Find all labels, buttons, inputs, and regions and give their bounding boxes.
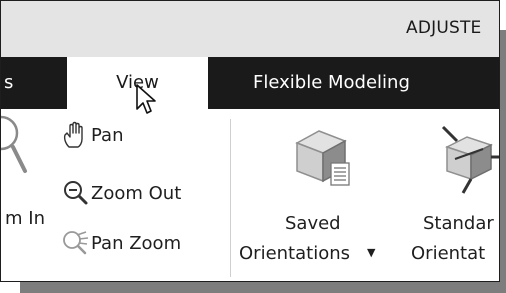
mouse-cursor-icon — [136, 84, 156, 114]
saved-orientations-label-line1: Saved — [285, 213, 341, 234]
standard-orientation-icon — [441, 125, 499, 194]
standard-orientation-label-line1: Standar — [423, 213, 494, 234]
ribbon-tab-bar: s View Flexible Modeling — [1, 57, 499, 109]
ribbon-panel: m In Pan Zoom Out Pan Zoom Saved Orienta… — [1, 109, 499, 281]
pan-zoom-icon — [63, 231, 89, 255]
hand-pan-icon — [63, 121, 83, 148]
pan-button[interactable]: Pan — [61, 121, 161, 151]
magnifier-icon — [1, 115, 27, 173]
saved-orientations-label-line2: Orientations — [239, 243, 350, 264]
standard-orientation-button[interactable]: Standar Orientat — [409, 119, 499, 269]
zoom-out-icon — [64, 181, 88, 205]
saved-orientations-button[interactable]: Saved Orientations ▼ — [237, 119, 403, 269]
tab-partial[interactable]: s — [4, 57, 13, 109]
application-window: ADJUSTE s View Flexible Modeling m In Pa… — [0, 0, 500, 282]
tab-flexible-modeling[interactable]: Flexible Modeling — [253, 57, 410, 109]
standard-orientation-label-line2: Orientat — [411, 243, 486, 264]
ribbon-group-separator — [230, 119, 231, 277]
window-title: ADJUSTE — [406, 18, 482, 38]
zoom-in-button[interactable]: m In — [1, 109, 61, 245]
pan-label: Pan — [91, 125, 124, 146]
pan-zoom-button[interactable]: Pan Zoom — [61, 229, 221, 259]
zoom-out-label: Zoom Out — [91, 183, 182, 204]
pan-zoom-label: Pan Zoom — [91, 233, 182, 254]
zoom-out-button[interactable]: Zoom Out — [61, 179, 221, 209]
dropdown-arrow-icon[interactable]: ▼ — [367, 246, 375, 259]
saved-orientations-icon — [295, 130, 350, 186]
title-bar: ADJUSTE — [1, 1, 499, 57]
zoom-in-label: m In — [5, 208, 45, 229]
